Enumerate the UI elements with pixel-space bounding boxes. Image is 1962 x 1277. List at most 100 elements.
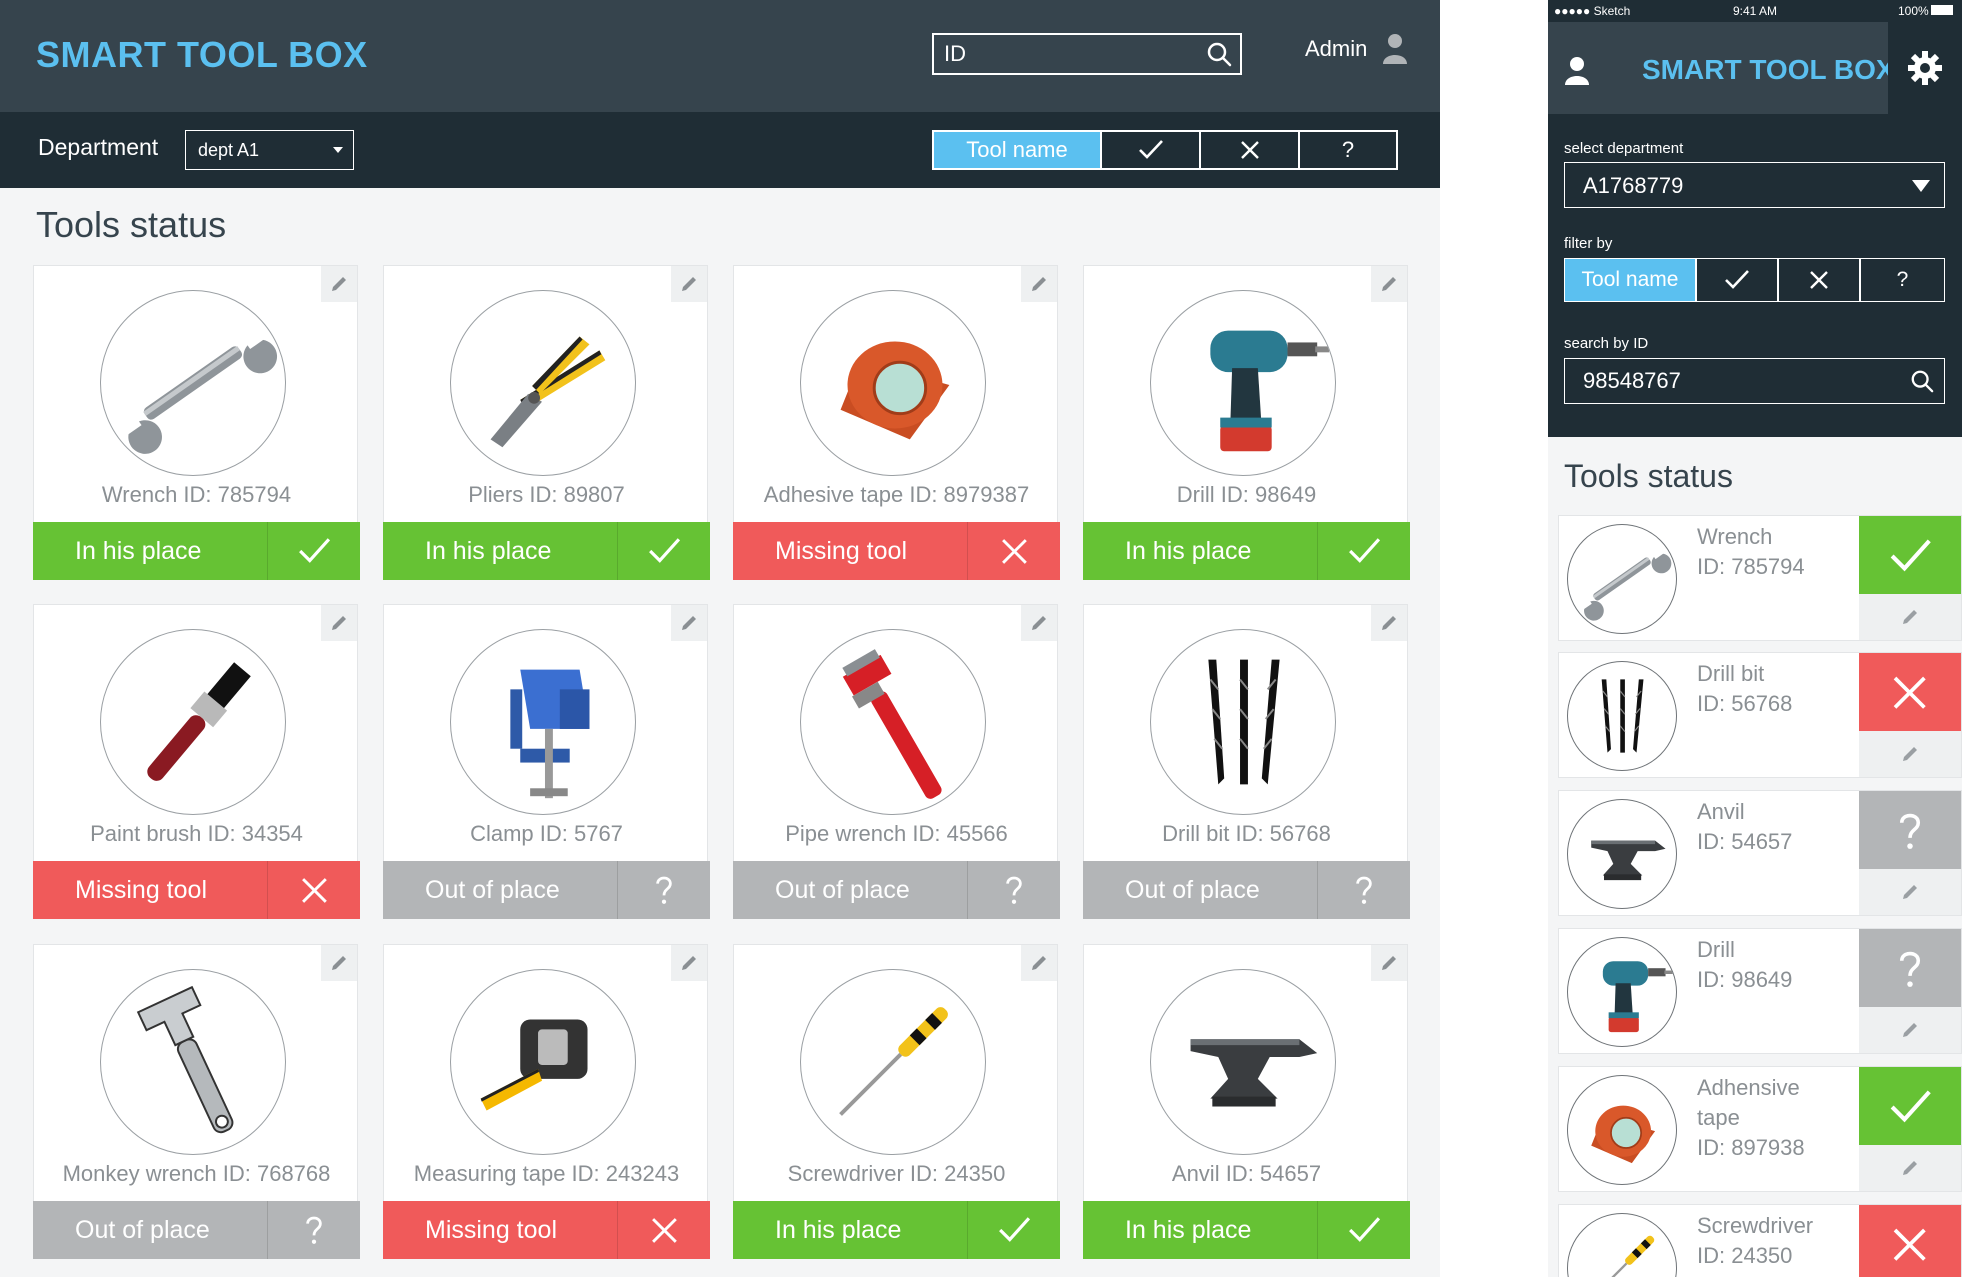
tool-name: Adhesive tape ID: 8979387 (763, 482, 1030, 507)
status-label: Out of place (1083, 861, 1318, 919)
tool-name: Wrench (1697, 524, 1773, 549)
status-indicator[interactable] (1859, 653, 1961, 733)
edit-button[interactable] (671, 266, 707, 302)
edit-button[interactable] (1859, 594, 1961, 640)
filter-in-place[interactable] (1102, 132, 1201, 168)
tool-image (1567, 799, 1677, 909)
tool-id: ID: 54657 (1697, 829, 1793, 854)
edit-button[interactable] (1371, 605, 1407, 641)
tool-id: ID: 897938 (1697, 1135, 1805, 1160)
status-indicator[interactable] (1859, 1067, 1961, 1147)
tool-card[interactable]: Anvil ID: 54657 In his place (1083, 944, 1410, 1259)
tool-list-item[interactable]: Anvil ID: 54657 (1558, 790, 1962, 916)
id-search-box[interactable] (1564, 358, 1945, 404)
tool-card[interactable]: Wrench ID: 785794 In his place (33, 265, 360, 580)
status-indicator[interactable] (1859, 929, 1961, 1009)
filter-out-of-place[interactable]: ? (1300, 132, 1396, 168)
tool-card[interactable]: Drill ID: 98649 In his place (1083, 265, 1410, 580)
filter-tool-name[interactable]: Tool name (1565, 259, 1697, 301)
filter-missing[interactable] (1201, 132, 1300, 168)
department-select[interactable]: dept A1 (185, 130, 354, 170)
check-icon (1890, 539, 1931, 572)
status-bar[interactable]: In his place (383, 522, 710, 580)
edit-button[interactable] (1021, 605, 1057, 641)
user-icon[interactable] (1564, 56, 1590, 86)
status-bar[interactable]: Missing tool (733, 522, 1060, 580)
user-icon[interactable] (1382, 33, 1408, 65)
tool-card[interactable]: Adhesive tape ID: 8979387 Missing tool (733, 265, 1060, 580)
department-select[interactable]: A1768779 (1564, 162, 1945, 208)
edit-icon (682, 616, 696, 630)
tool-id: ID: 785794 (1697, 554, 1805, 579)
x-icon (1893, 676, 1927, 710)
tool-card[interactable]: Screwdriver ID: 24350 In his place (733, 944, 1060, 1259)
status-bar[interactable]: In his place (33, 522, 360, 580)
status-icon (268, 522, 360, 580)
tool-list-item[interactable]: Screwdriver ID: 24350 (1558, 1204, 1962, 1277)
edit-button[interactable] (321, 605, 357, 641)
edit-icon (1382, 277, 1396, 291)
filter-missing[interactable] (1779, 259, 1861, 301)
tool-list-item[interactable]: Drill ID: 98649 (1558, 928, 1962, 1054)
tool-list-item[interactable]: Adhensive tape ID: 897938 (1558, 1066, 1962, 1192)
status-bar[interactable]: In his place (1083, 1201, 1410, 1259)
tool-name: Screwdriver (1697, 1213, 1814, 1238)
edit-button[interactable] (1859, 869, 1961, 915)
status-bar[interactable]: Out of place (733, 861, 1060, 919)
tool-card[interactable]: Measuring tape ID: 243243 Missing tool (383, 944, 710, 1259)
edit-button[interactable] (1859, 731, 1961, 777)
question-icon (1899, 813, 1921, 849)
status-indicator[interactable] (1859, 516, 1961, 596)
x-icon (651, 1217, 677, 1243)
admin-label[interactable]: Admin (1305, 36, 1367, 62)
filter-tool-name[interactable]: Tool name (934, 132, 1102, 168)
status-filter-group: Tool name ? (1564, 258, 1945, 302)
edit-button[interactable] (1021, 945, 1057, 981)
status-label: Missing tool (733, 522, 968, 580)
edit-button[interactable] (1859, 1145, 1961, 1191)
edit-button[interactable] (321, 266, 357, 302)
caret-down-icon (333, 147, 343, 153)
select-department-label: select department (1564, 140, 1684, 157)
edit-button[interactable] (1371, 266, 1407, 302)
edit-button[interactable] (321, 945, 357, 981)
check-icon (299, 538, 331, 563)
id-search-box[interactable] (932, 33, 1242, 75)
search-icon[interactable] (1910, 369, 1934, 393)
edit-button[interactable] (671, 605, 707, 641)
tool-card[interactable]: Pliers ID: 89807 In his place (383, 265, 710, 580)
status-bar[interactable]: In his place (1083, 522, 1410, 580)
status-bar[interactable]: Out of place (1083, 861, 1410, 919)
search-icon[interactable] (1206, 41, 1232, 67)
tool-image (800, 290, 986, 476)
edit-icon (682, 956, 696, 970)
desktop-view: SMART TOOL BOX Admin Department dept A1 … (0, 0, 1440, 1277)
tool-card[interactable]: Monkey wrench ID: 768768 Out of place (33, 944, 360, 1259)
status-indicator[interactable] (1859, 1205, 1961, 1277)
tool-list-item[interactable]: Wrench ID: 785794 (1558, 515, 1962, 641)
edit-button[interactable] (671, 945, 707, 981)
tool-card[interactable]: Drill bit ID: 56768 Out of place (1083, 604, 1410, 919)
settings-button[interactable] (1888, 22, 1962, 114)
status-bar[interactable]: In his place (733, 1201, 1060, 1259)
tool-list-item[interactable]: Drill bit ID: 56768 (1558, 652, 1962, 778)
id-search-input[interactable] (934, 35, 1194, 73)
status-indicator[interactable] (1859, 791, 1961, 871)
tool-card[interactable]: Pipe wrench ID: 45566 Out of place (733, 604, 1060, 919)
brand-title: SMART TOOL BOX (36, 34, 368, 75)
edit-button[interactable] (1371, 945, 1407, 981)
tool-image (450, 969, 636, 1155)
tool-card[interactable]: Clamp ID: 5767 Out of place (383, 604, 710, 919)
status-bar[interactable]: Out of place (33, 1201, 360, 1259)
tool-card[interactable]: Paint brush ID: 34354 Missing tool (33, 604, 360, 919)
status-bar[interactable]: Missing tool (33, 861, 360, 919)
filter-in-place[interactable] (1697, 259, 1779, 301)
status-bar[interactable]: Out of place (383, 861, 710, 919)
id-search-input[interactable] (1565, 359, 1885, 402)
status-bar[interactable]: Missing tool (383, 1201, 710, 1259)
filter-out-of-place[interactable]: ? (1861, 259, 1944, 301)
tool-image (450, 629, 636, 815)
edit-button[interactable] (1021, 266, 1057, 302)
edit-button[interactable] (1859, 1007, 1961, 1053)
tool-image (100, 629, 286, 815)
